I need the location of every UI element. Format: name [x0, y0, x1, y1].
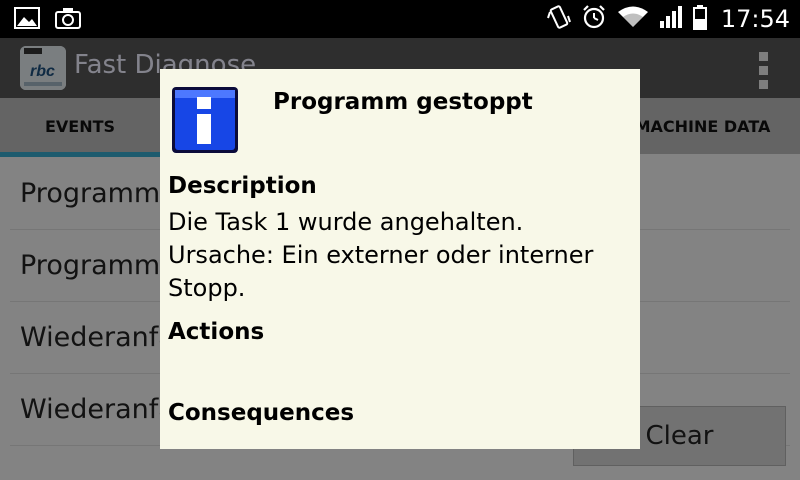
status-right: 17:54	[546, 4, 790, 34]
status-bar: 17:54	[0, 0, 800, 38]
event-detail-dialog: Programm gestoppt Description Die Task 1…	[160, 69, 640, 449]
description-heading: Description	[168, 173, 317, 199]
info-icon	[172, 87, 238, 153]
description-text: Die Task 1 wurde angehalten. Ursache: Ei…	[168, 208, 594, 302]
status-left	[14, 6, 82, 34]
dialog-title: Programm gestoppt	[273, 89, 533, 115]
vibrate-icon	[546, 4, 571, 34]
actions-heading: Actions	[168, 319, 265, 345]
signal-icon	[659, 5, 683, 33]
camera-icon	[54, 6, 82, 34]
battery-icon	[692, 4, 707, 34]
gallery-icon	[14, 7, 40, 33]
consequences-heading: Consequences	[168, 400, 355, 426]
wifi-icon	[617, 5, 649, 33]
alarm-icon	[581, 4, 607, 34]
status-clock: 17:54	[720, 5, 790, 33]
